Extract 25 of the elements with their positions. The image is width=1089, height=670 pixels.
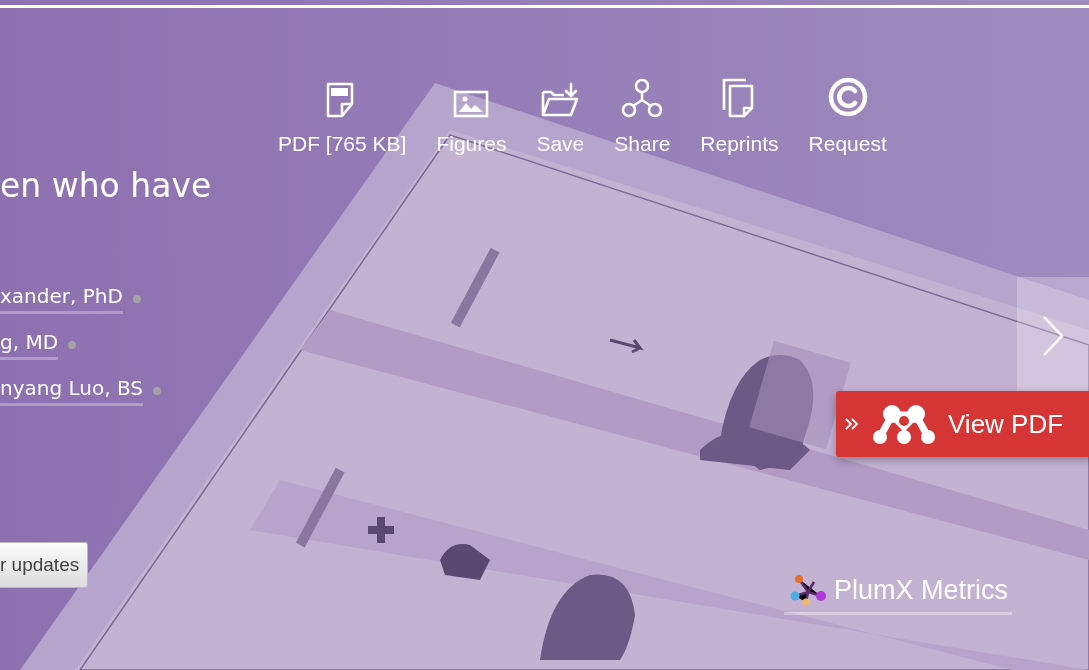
image-icon bbox=[453, 90, 490, 118]
copyright-icon bbox=[826, 76, 869, 118]
arrow-icon bbox=[608, 338, 644, 354]
toolbar-button[interactable]: PDF [765 KB] bbox=[278, 74, 407, 156]
hand-icon bbox=[440, 544, 490, 580]
toolbar-button[interactable]: Request bbox=[808, 74, 887, 156]
dot-icon bbox=[132, 294, 141, 303]
dot-icon bbox=[68, 340, 77, 349]
author-link[interactable]: xander, PhD bbox=[0, 283, 123, 314]
author-link[interactable]: g, MD bbox=[0, 329, 59, 360]
metrics-logo-icon bbox=[790, 574, 828, 606]
article-title: en who have bbox=[0, 166, 212, 206]
chevron-right-icon bbox=[1041, 314, 1065, 358]
author-link[interactable]: nyang Luo, BS bbox=[0, 375, 143, 406]
view-pdf-button[interactable]: View PDF bbox=[836, 391, 1089, 457]
toolbar-button[interactable]: Share bbox=[614, 74, 671, 156]
toolbar-button[interactable]: Reprints bbox=[700, 74, 779, 156]
folder-download-icon bbox=[541, 82, 580, 118]
dot-icon bbox=[153, 386, 161, 395]
toolbar-button[interactable]: Save bbox=[536, 74, 585, 156]
share-icon bbox=[621, 78, 664, 118]
metrics-link[interactable]: PlumX Metrics bbox=[784, 574, 1013, 615]
network-logo-icon bbox=[870, 403, 938, 445]
double-chevron-icon bbox=[844, 417, 860, 431]
updates-button[interactable]: r updates bbox=[0, 541, 89, 588]
